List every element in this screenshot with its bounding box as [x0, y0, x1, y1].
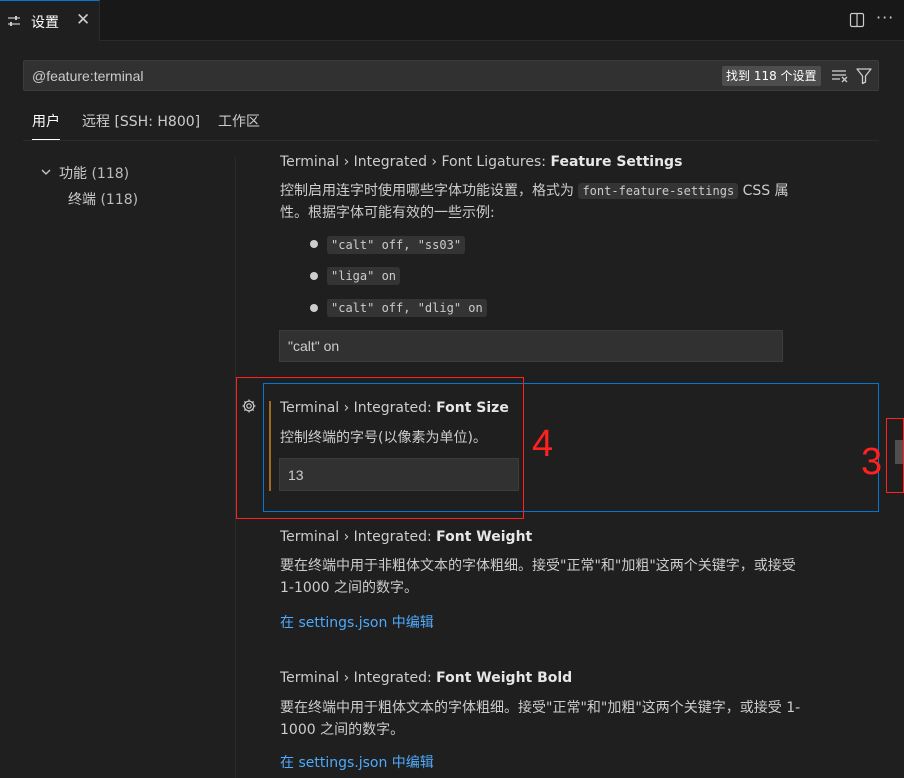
chevron-down-icon[interactable]: [40, 166, 52, 178]
setting-category: Terminal › Integrated:: [280, 529, 437, 545]
edit-in-settings-json-link[interactable]: 在 settings.json 中编辑: [280, 612, 434, 632]
setting-description: 要在终端中用于非粗体文本的字体粗细。接受"正常"和"加粗"这两个关键字，或接受 …: [280, 555, 860, 599]
inline-code: font-feature-settings: [578, 183, 739, 199]
close-icon[interactable]: ✕: [76, 10, 90, 30]
edit-in-settings-json-link[interactable]: 在 settings.json 中编辑: [280, 752, 434, 772]
filter-icon[interactable]: [855, 67, 873, 85]
clear-filter-icon[interactable]: [831, 68, 849, 84]
example-code: "liga" on: [327, 267, 401, 285]
tab-title: 设置: [31, 15, 59, 31]
example-code: "calt" off, "dlig" on: [327, 299, 487, 317]
toc-group-label: 功能: [59, 166, 87, 182]
toc-item-count: (118): [100, 192, 139, 208]
tab-user[interactable]: 用户: [32, 110, 60, 140]
desc-text: 要在终端中用于非粗体文本的字体粗细。接受"正常"和"加粗"这两个关键字，或接受: [280, 558, 796, 574]
setting-description: 控制启用连字时使用哪些字体功能设置，格式为 font-feature-setti…: [280, 180, 860, 224]
bullet: [310, 304, 318, 312]
setting-title-font-weight-bold: Terminal › Integrated: Font Weight Bold: [280, 670, 572, 686]
bullet: [310, 272, 318, 280]
settings-tab[interactable]: 设置 ✕: [0, 0, 100, 41]
setting-category: Terminal › Integrated › Font Ligatures:: [280, 154, 551, 170]
annotation-label-3: 3: [861, 441, 883, 483]
toc-group-count: (118): [91, 166, 130, 182]
result-count-badge: 找到 118 个设置: [722, 66, 821, 86]
example-code: "calt" off, "ss03": [327, 236, 466, 254]
desc-text: CSS 属: [742, 183, 789, 199]
annotation-box-4: [236, 377, 524, 519]
toc-item-terminal[interactable]: 终端 (118): [68, 189, 138, 209]
divider: [23, 140, 879, 141]
editor-tab-bar: 设置 ✕ ···: [0, 0, 904, 41]
desc-text: 性。根据字体可能有效的一些示例:: [280, 205, 495, 221]
toc-item-label: 终端: [68, 192, 96, 208]
annotation-label-4: 4: [532, 423, 554, 465]
more-actions-icon[interactable]: ···: [876, 8, 894, 27]
settings-sliders-icon: [8, 16, 20, 26]
setting-title-feature-settings: Terminal › Integrated › Font Ligatures: …: [280, 154, 682, 170]
tab-remote[interactable]: 远程 [SSH: H800]: [82, 110, 200, 140]
settings-search-input[interactable]: [32, 67, 712, 85]
desc-text: 控制启用连字时使用哪些字体功能设置，格式为: [280, 183, 574, 199]
setting-title-font-weight: Terminal › Integrated: Font Weight: [280, 529, 532, 545]
bullet: [310, 240, 318, 248]
setting-description: 要在终端中用于粗体文本的字体粗细。接受"正常"和"加粗"这两个关键字，或接受 1…: [280, 697, 860, 741]
setting-name: Font Weight: [436, 529, 533, 545]
annotation-box-3: [886, 418, 904, 493]
tab-workspace[interactable]: 工作区: [218, 110, 260, 140]
toc-group-features[interactable]: 功能 (118): [59, 163, 129, 183]
desc-text: 1000 之间的数字。: [280, 722, 405, 738]
settings-search-box: 找到 118 个设置: [23, 60, 879, 91]
setting-category: Terminal › Integrated:: [280, 670, 437, 686]
setting-name: Font Weight Bold: [436, 670, 573, 686]
split-editor-icon[interactable]: [849, 12, 865, 28]
desc-text: 要在终端中用于粗体文本的字体粗细。接受"正常"和"加粗"这两个关键字，或接受 1…: [280, 700, 801, 716]
feature-settings-input[interactable]: [279, 330, 783, 362]
setting-name: Feature Settings: [550, 154, 683, 170]
desc-text: 1-1000 之间的数字。: [280, 580, 419, 596]
